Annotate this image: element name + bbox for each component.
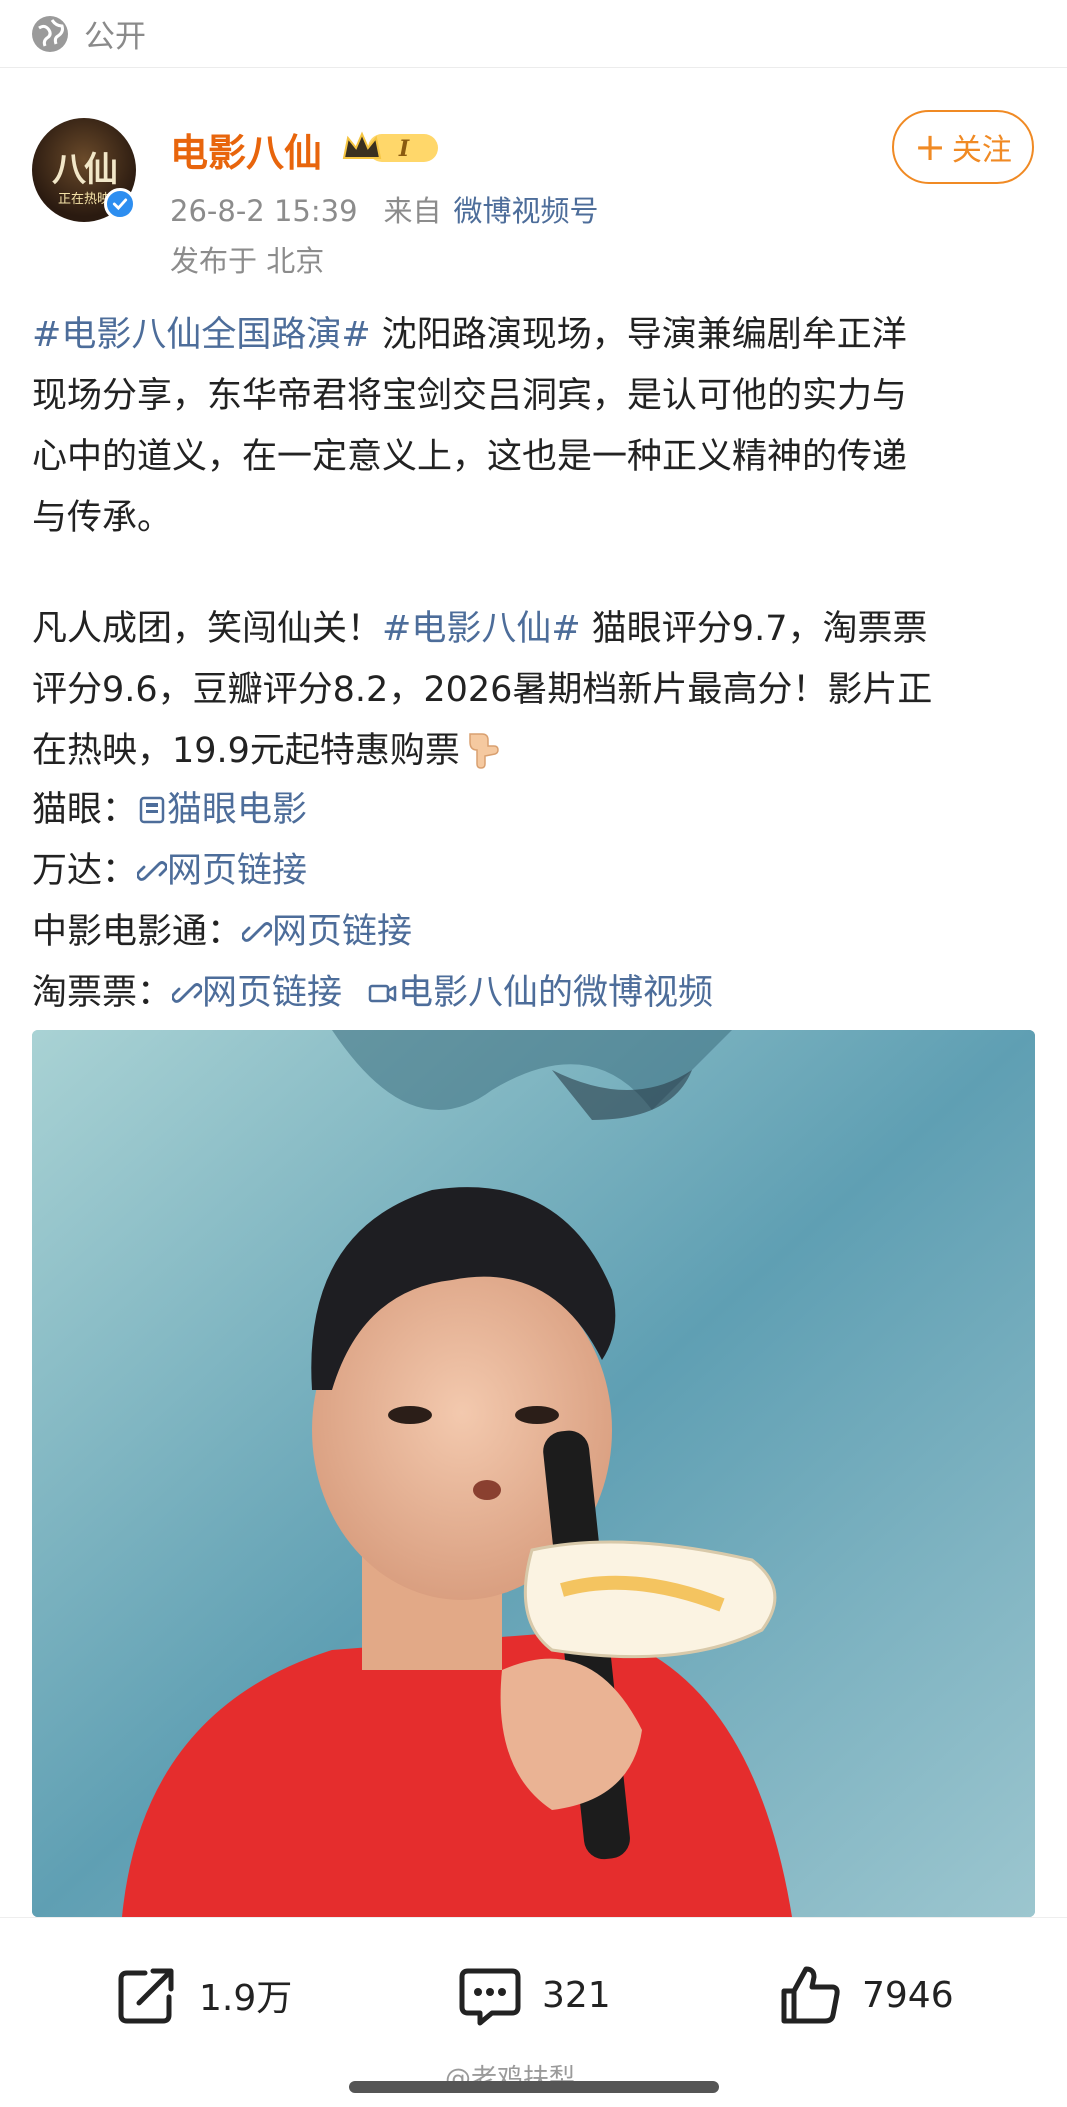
action-bar: 1.9万 321 7946 @老鸡扶梨 xyxy=(0,1917,1067,2107)
post-photo[interactable] xyxy=(32,1030,1035,1917)
hashtag-movie[interactable]: #电影八仙# xyxy=(382,609,581,649)
verified-badge-icon xyxy=(104,188,136,220)
maoyan-link-text: 猫眼电影 xyxy=(167,790,308,830)
text-line: 沈阳路演现场，导演兼编剧牟正洋 xyxy=(370,315,907,355)
wanda-label: 万达： xyxy=(32,851,138,891)
avatar-title: 八仙 xyxy=(52,150,118,190)
visibility-label: 公开 xyxy=(84,19,146,55)
link-icon xyxy=(172,983,203,1003)
source-label: 来自 xyxy=(383,194,442,228)
comment-icon xyxy=(459,1968,521,2026)
text-line: 凡人成团，笑闯仙关！ xyxy=(32,609,383,649)
share-button[interactable]: 1.9万 xyxy=(115,1963,292,2027)
post-location: 发布于 北京 xyxy=(170,244,325,278)
author-name[interactable]: 电影八仙 xyxy=(170,122,322,177)
source-link[interactable]: 微博视频号 xyxy=(454,194,599,228)
taopiaopiao-row: 淘票票： 网页链接 电影八仙的微博视频 xyxy=(32,963,1042,1024)
text-line: 心中的道义，在一定意义上，这也是一种正义精神的传递 xyxy=(32,437,908,477)
comment-button[interactable]: 321 xyxy=(458,1963,611,2027)
maoyan-row: 猫眼： 猫眼电影 xyxy=(32,780,1042,841)
thumbs-up-icon xyxy=(781,1966,840,2024)
post-meta: 26-8-2 15:39 来自 微博视频号 xyxy=(170,188,599,230)
maoyan-link[interactable]: 猫眼电影 xyxy=(137,790,307,830)
miniapp-icon xyxy=(139,796,165,824)
photo-illustration xyxy=(32,1030,1035,1917)
taopiaopiao-link[interactable]: 网页链接 xyxy=(172,973,342,1013)
post-time: 26-8-2 15:39 xyxy=(170,194,358,228)
wanda-link[interactable]: 网页链接 xyxy=(137,851,307,891)
video-link-text: 电影八仙的微博视频 xyxy=(398,973,714,1013)
visibility-bar: 公开 xyxy=(0,0,1067,68)
post-text-paragraph-1: #电影八仙全国路演# 沈阳路演现场，导演兼编剧牟正洋 现场分享，东华帝君将宝剑交… xyxy=(32,305,1042,549)
share-icon xyxy=(118,1968,174,2024)
taopiaopiao-link-text: 网页链接 xyxy=(202,973,343,1013)
zhongying-label: 中影电影通： xyxy=(32,912,243,952)
link-icon xyxy=(242,922,273,942)
link-icon xyxy=(137,861,168,881)
video-link[interactable]: 电影八仙的微博视频 xyxy=(368,973,713,1013)
globe-icon xyxy=(32,15,68,52)
comment-count: 321 xyxy=(542,1974,611,2016)
maoyan-label: 猫眼： xyxy=(32,790,138,830)
text-line: 猫眼评分9.7，淘票票 xyxy=(580,609,928,649)
wanda-link-text: 网页链接 xyxy=(167,851,308,891)
follow-label: 关注 xyxy=(951,133,1012,168)
purchase-links: 猫眼： 猫眼电影 万达： 网页链接 中影电影通： 网页链接 淘票票： 网页链接 电影八仙的… xyxy=(32,780,1042,1024)
hashtag-roadshow[interactable]: #电影八仙全国路演# xyxy=(32,315,371,355)
zhongying-link[interactable]: 网页链接 xyxy=(242,912,412,952)
post-text-paragraph-2: 凡人成团，笑闯仙关！#电影八仙# 猫眼评分9.7，淘票票 评分9.6，豆瓣评分8… xyxy=(32,599,1042,782)
text-line: 与传承。 xyxy=(32,498,173,538)
like-count: 7946 xyxy=(862,1974,954,2016)
taopiaopiao-label: 淘票票： xyxy=(32,973,173,1013)
share-count: 1.9万 xyxy=(199,1978,293,2019)
vip-level: I xyxy=(398,136,410,162)
wanda-row: 万达： 网页链接 xyxy=(32,841,1042,902)
video-camera-icon xyxy=(368,984,397,1003)
text-line: 现场分享，东华帝君将宝剑交吕洞宾，是认可他的实力与 xyxy=(32,376,908,416)
home-indicator[interactable] xyxy=(349,2081,719,2093)
zhongying-link-text: 网页链接 xyxy=(272,912,413,952)
zhongying-row: 中影电影通： 网页链接 xyxy=(32,902,1042,963)
plus-icon: + xyxy=(914,125,946,169)
text-line: 评分9.6，豆瓣评分8.2，2026暑期档新片最高分！影片正 xyxy=(32,670,933,710)
vip-crown-badge-icon: I xyxy=(342,131,438,162)
like-button[interactable]: 7946 xyxy=(778,1963,954,2027)
text-line: 在热映，19.9元起特惠购票 xyxy=(32,731,460,771)
pointing-down-hand-icon xyxy=(469,733,499,769)
follow-button[interactable]: + 关注 xyxy=(892,110,1034,184)
